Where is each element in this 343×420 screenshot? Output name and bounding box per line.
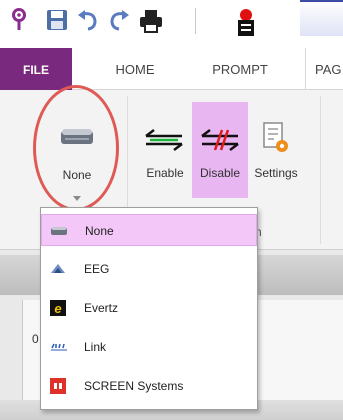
dropdown-item-screen-systems[interactable]: SCREEN Systems: [41, 370, 257, 402]
enable-icon: [144, 128, 184, 155]
ribbon-tabs: FILE HOME PROMPT PAG: [0, 48, 343, 90]
dropdown-item-eeg[interactable]: EEG: [41, 253, 257, 285]
tab-home[interactable]: HOME: [100, 48, 170, 90]
quick-access-toolbar: [0, 0, 343, 48]
save-icon[interactable]: [45, 8, 69, 37]
dropdown-item-link[interactable]: Link: [41, 331, 257, 363]
dropdown-item-label: SCREEN Systems: [84, 379, 184, 393]
settings-label: Settings: [254, 166, 298, 180]
evertz-icon: e: [50, 300, 66, 316]
tab-page[interactable]: PAG: [305, 48, 343, 90]
device-dropdown-menu: None EEG e Evertz Link SCREEN Systems: [40, 207, 258, 410]
toolbar-separator: [195, 8, 196, 34]
print-icon[interactable]: [138, 8, 164, 39]
title-bar-accent: [300, 0, 343, 36]
dropdown-item-label: None: [85, 224, 114, 238]
row-number: 0: [32, 332, 39, 346]
tab-prompt[interactable]: PROMPT: [200, 48, 280, 90]
screen-systems-icon: [50, 378, 66, 394]
record-icon[interactable]: [235, 8, 257, 43]
link-icon: [50, 339, 67, 355]
annotation-circle: [33, 85, 119, 211]
svg-text:e: e: [54, 301, 61, 316]
enable-label: Enable: [146, 166, 184, 180]
redo-icon[interactable]: [107, 8, 131, 37]
dropdown-item-none[interactable]: None: [41, 214, 257, 246]
disable-label: Disable: [199, 166, 241, 180]
dropdown-item-label: EEG: [84, 262, 110, 276]
app-pin-icon[interactable]: [12, 8, 26, 39]
enable-button[interactable]: Enable: [138, 102, 192, 198]
tab-file[interactable]: FILE: [0, 48, 72, 90]
title-bar-accent-line: [300, 0, 343, 2]
undo-icon[interactable]: [76, 8, 100, 37]
disable-button[interactable]: Disable: [192, 102, 248, 198]
disable-icon: [200, 128, 240, 155]
ribbon-separator: [320, 96, 321, 244]
app-window: FILE HOME PROMPT PAG None Enable Disable…: [0, 0, 343, 420]
eeg-icon: [50, 261, 66, 277]
dropdown-item-label: Link: [84, 340, 107, 354]
dropdown-item-label: Evertz: [84, 301, 119, 315]
settings-button[interactable]: Settings: [248, 102, 304, 198]
dropdown-item-evertz[interactable]: e Evertz: [41, 292, 257, 324]
settings-icon: [262, 122, 290, 157]
device-icon: [51, 223, 67, 239]
